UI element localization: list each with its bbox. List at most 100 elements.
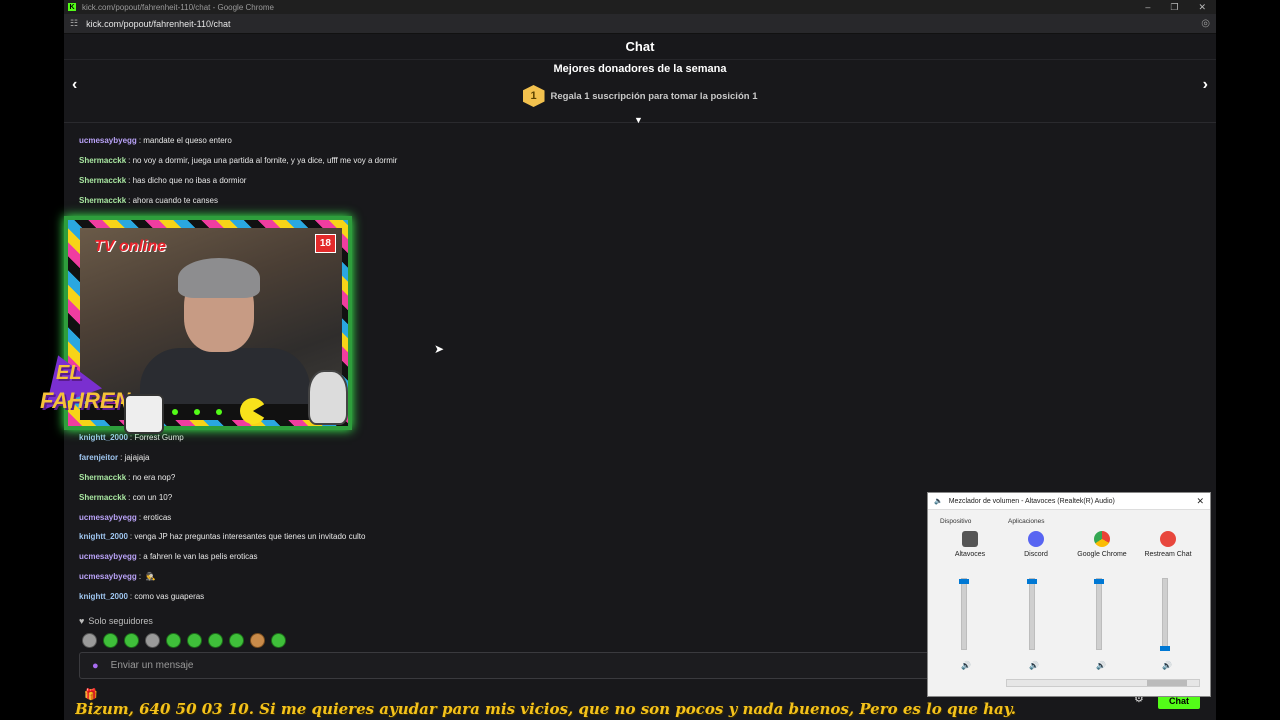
mute-speaker-icon[interactable]: 🔊 <box>961 661 971 670</box>
username[interactable]: knightt_2000 <box>79 532 128 541</box>
chevron-right-icon[interactable]: › <box>1203 76 1208 94</box>
volume-slider[interactable] <box>1160 578 1170 651</box>
address-bar[interactable]: ☷ kick.com/popout/fahrenheit-110/chat ◎ <box>64 14 1216 34</box>
speaker-icon: 🔈 <box>934 498 943 505</box>
channel-restream: Restream Chat <box>1138 531 1198 558</box>
horizontal-scrollbar[interactable] <box>1006 679 1200 687</box>
eye-hidden-icon[interactable]: ◎ <box>1201 18 1210 29</box>
message-text: como vas guaperas <box>134 591 205 601</box>
logo-line-2: FAHREN <box>40 388 131 413</box>
message-text: venga JP haz preguntas interesantes que … <box>134 532 366 542</box>
username[interactable]: ucmesaybyegg <box>79 513 137 522</box>
apps-label: Aplicaciones <box>1008 518 1045 525</box>
logo-line-1: EL <box>56 362 82 384</box>
chat-message: Shermacckk: no era nop? <box>79 472 176 482</box>
minimize-button[interactable]: – <box>1145 2 1150 13</box>
emote-icon[interactable] <box>187 633 202 648</box>
close-icon[interactable]: ✕ <box>1196 496 1210 507</box>
mute-speaker-icon[interactable]: 🔊 <box>1096 661 1106 670</box>
microphone-icon[interactable]: ● <box>92 660 99 672</box>
mute-speaker-icon[interactable]: 🔊 <box>1162 661 1172 670</box>
chat-message: Shermacckk: ahora cuando te canses <box>79 195 219 205</box>
emote-icon[interactable] <box>103 633 118 648</box>
message-text: ahora cuando te canses <box>132 195 219 205</box>
channel-name: Altavoces <box>954 551 986 558</box>
emote-icon[interactable] <box>82 633 97 648</box>
maximize-button[interactable]: ❐ <box>1170 2 1178 13</box>
chat-title: Chat <box>64 34 1216 60</box>
emote-icon[interactable] <box>124 633 139 648</box>
chat-message: Shermacckk: no voy a dormir, juega una p… <box>79 156 398 166</box>
message-text: no era nop? <box>132 472 176 482</box>
close-button[interactable]: ✕ <box>1198 2 1206 13</box>
slider-thumb[interactable] <box>1027 579 1037 584</box>
donor-cta-text: Regala 1 suscripción para tomar la posic… <box>550 90 758 102</box>
slider-thumb[interactable] <box>1160 646 1170 651</box>
emote-icon[interactable] <box>145 633 160 648</box>
chat-messages-top: ucmesaybyegg: mandate el queso entero Sh… <box>79 131 397 210</box>
kick-logo-icon: K <box>68 3 76 11</box>
chat-message: Shermacckk: has dicho que no ibas a dorm… <box>79 175 247 185</box>
chat-message: ucmesaybyegg: a fahren le van las pelis … <box>79 552 258 562</box>
mixer-title-bar: 🔈 Mezclador de volumen - Altavoces (Real… <box>928 493 1210 510</box>
chat-message: knightt_2000: venga JP haz preguntas int… <box>79 532 366 542</box>
pacman-icon <box>240 398 266 424</box>
username[interactable]: ucmesaybyegg <box>79 572 137 581</box>
username[interactable]: knightt_2000 <box>79 592 128 601</box>
volume-slider[interactable] <box>1094 578 1104 650</box>
message-text: a fahren le van las pelis eroticas <box>143 552 258 562</box>
astronaut-icon <box>308 370 348 425</box>
username[interactable]: Shermacckk <box>79 156 126 165</box>
screen: K kick.com/popout/fahrenheit-110/chat - … <box>0 0 1280 720</box>
filter-icon[interactable]: ▼ <box>634 115 643 125</box>
chat-message: Shermacckk: con un 10? <box>79 492 173 502</box>
message-placeholder: Enviar un mensaje <box>110 660 194 671</box>
username[interactable]: Shermacckk <box>79 176 126 185</box>
emote-icon[interactable] <box>166 633 181 648</box>
username[interactable]: ucmesaybyegg <box>79 136 137 145</box>
url-text[interactable]: kick.com/popout/fahrenheit-110/chat <box>86 19 230 29</box>
pellet-icon <box>216 409 222 415</box>
mute-speaker-icon[interactable]: 🔊 <box>1029 661 1039 670</box>
message-text: mandate el queso entero <box>143 136 232 146</box>
window-controls: – ❐ ✕ <box>1145 2 1216 13</box>
emote-icon[interactable] <box>229 633 244 648</box>
scrollbar-thumb[interactable] <box>1147 680 1187 686</box>
joystick-icon <box>124 394 164 434</box>
message-text: eroticas <box>143 512 172 522</box>
emote-icon[interactable] <box>208 633 223 648</box>
pellet-icon <box>172 409 178 415</box>
el-fahren-logo: EL FAHREN <box>29 345 164 440</box>
username[interactable]: Shermacckk <box>79 473 126 482</box>
donor-slot[interactable]: 1 Regala 1 suscripción para tomar la pos… <box>64 85 1216 107</box>
channel-name: Google Chrome <box>1077 551 1127 558</box>
message-text: has dicho que no ibas a dormior <box>132 175 247 185</box>
channel-chrome: Google Chrome <box>1072 531 1132 558</box>
speaker-device-icon <box>962 531 978 547</box>
emote-bar <box>82 633 286 648</box>
username[interactable]: ucmesaybyegg <box>79 552 137 561</box>
chat-message: knightt_2000: como vas guaperas <box>79 591 205 601</box>
username[interactable]: farenjeitor <box>79 453 118 462</box>
volume-slider[interactable] <box>959 578 969 650</box>
message-input[interactable]: ● Enviar un mensaje <box>79 652 939 679</box>
emote-icon[interactable] <box>250 633 265 648</box>
chat-message: ucmesaybyegg: 🕵 <box>79 571 156 581</box>
emote-icon[interactable] <box>271 633 286 648</box>
pellet-icon <box>194 409 200 415</box>
slider-thumb[interactable] <box>1094 579 1104 584</box>
site-settings-icon[interactable]: ☷ <box>70 18 78 29</box>
mixer-title: Mezclador de volumen - Altavoces (Realte… <box>948 497 1115 505</box>
chat-message: farenjeitor: jajajaja <box>79 453 150 463</box>
emote-spy-icon: 🕵 <box>145 571 156 581</box>
channel-discord: Discord <box>1006 531 1066 558</box>
top-donors-panel: Mejores donadores de la semana ‹ › 1 Reg… <box>64 60 1216 125</box>
slider-thumb[interactable] <box>959 579 969 584</box>
username[interactable]: Shermacckk <box>79 196 126 205</box>
volume-slider[interactable] <box>1027 578 1037 650</box>
chat-messages-bottom: knightt_2000: Forrest Gump farenjeitor: … <box>79 428 365 606</box>
rank-badge-icon: 1 <box>522 85 545 107</box>
age-rating-badge: 18 <box>314 234 336 253</box>
chevron-left-icon[interactable]: ‹ <box>72 76 77 94</box>
username[interactable]: Shermacckk <box>79 493 126 502</box>
